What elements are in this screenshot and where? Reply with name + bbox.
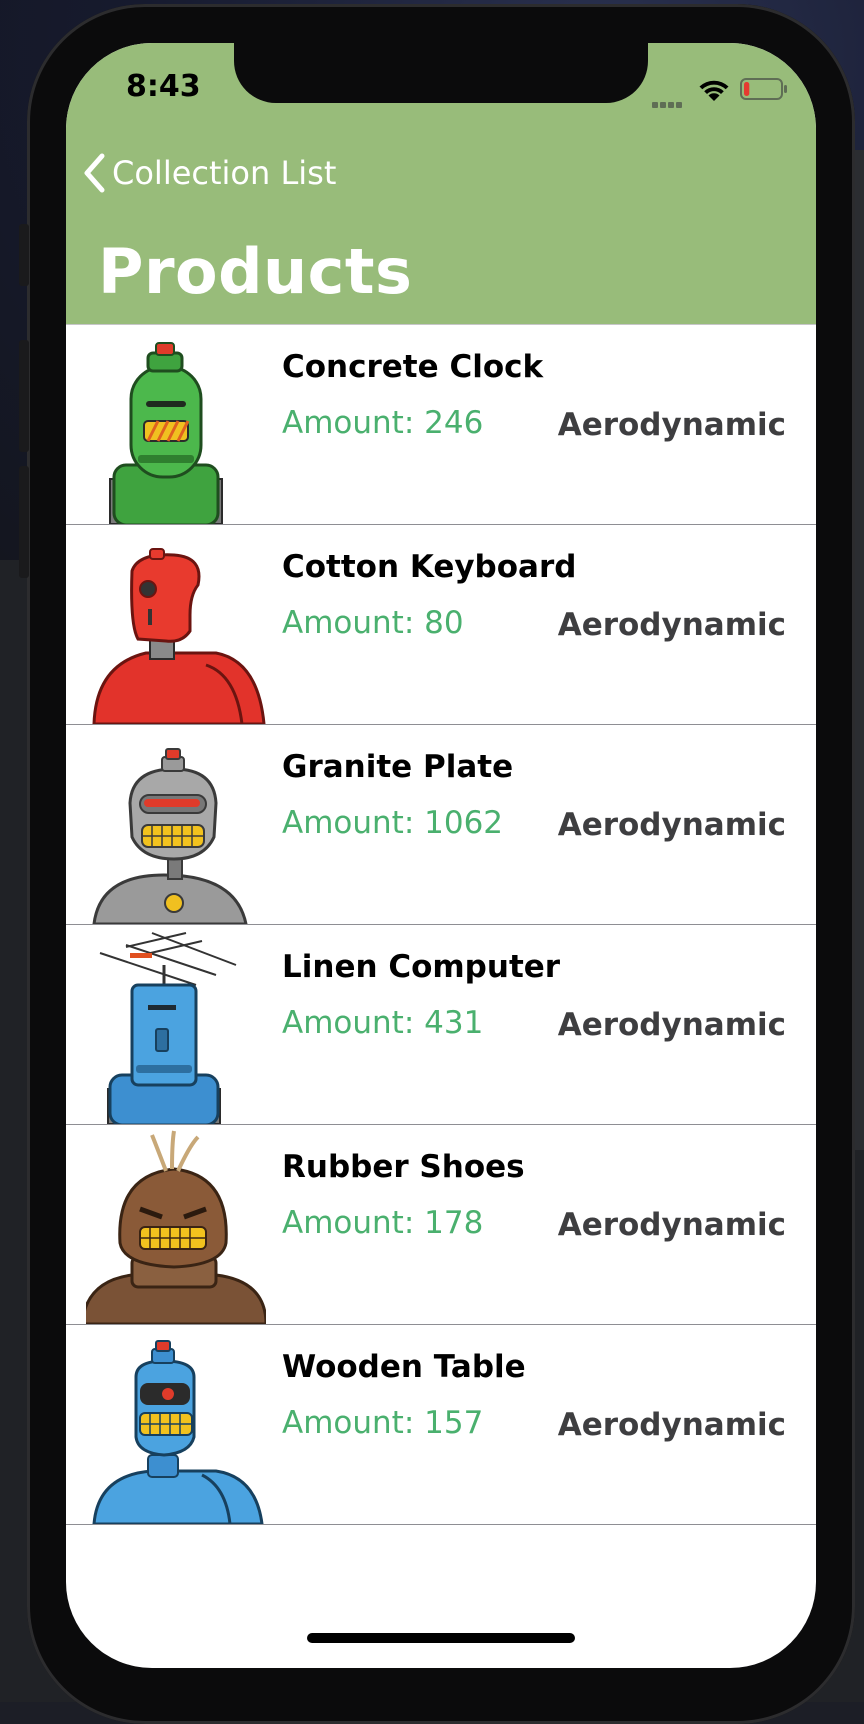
battery-low-icon	[740, 78, 787, 100]
signal-icon	[652, 93, 686, 108]
product-category: Aerodynamic	[557, 607, 786, 643]
list-item[interactable]: Rubber Shoes Amount: 178 Aerodynamic	[66, 1125, 816, 1325]
product-name: Granite Plate	[282, 749, 514, 785]
product-name: Linen Computer	[282, 949, 561, 985]
product-category: Aerodynamic	[557, 1007, 786, 1043]
product-amount: Amount: 246	[282, 405, 484, 441]
product-amount: Amount: 431	[282, 1005, 484, 1041]
page-title: Products	[98, 235, 413, 308]
volume-down-button	[19, 466, 29, 578]
navigation-bar: 8:43 Collection List Products	[66, 43, 816, 325]
status-time: 8:43	[126, 69, 201, 104]
product-category: Aerodynamic	[557, 1407, 786, 1443]
blue-antenna-robot-thumbnail	[99, 932, 237, 1124]
product-name: Concrete Clock	[282, 349, 544, 385]
red-robot-thumbnail	[92, 548, 266, 724]
gray-robot-thumbnail	[92, 748, 248, 924]
product-name: Wooden Table	[282, 1349, 526, 1385]
brown-robot-thumbnail	[86, 1130, 266, 1324]
wifi-icon	[699, 80, 729, 101]
product-amount: Amount: 178	[282, 1205, 484, 1241]
list-item[interactable]: Granite Plate Amount: 1062 Aerodynamic	[66, 725, 816, 925]
back-button-label: Collection List	[112, 154, 337, 192]
phone-screen: 8:43 Collection List Products Concrete C…	[66, 43, 816, 1668]
product-name: Rubber Shoes	[282, 1149, 525, 1185]
product-amount: Amount: 157	[282, 1405, 484, 1441]
green-robot-thumbnail	[109, 342, 223, 524]
list-item[interactable]: Wooden Table Amount: 157 Aerodynamic	[66, 1325, 816, 1525]
blue-robot-thumbnail	[92, 1340, 264, 1524]
list-item[interactable]: Cotton Keyboard Amount: 80 Aerodynamic	[66, 525, 816, 725]
product-category: Aerodynamic	[557, 807, 786, 843]
product-category: Aerodynamic	[557, 1207, 786, 1243]
volume-up-button	[19, 340, 29, 452]
back-button[interactable]: Collection List	[82, 151, 336, 195]
home-indicator[interactable]	[307, 1633, 575, 1643]
list-item[interactable]: Concrete Clock Amount: 246 Aerodynamic	[66, 325, 816, 525]
chevron-left-icon	[84, 153, 105, 193]
product-name: Cotton Keyboard	[282, 549, 577, 585]
product-amount: Amount: 1062	[282, 805, 504, 841]
product-category: Aerodynamic	[557, 407, 786, 443]
list-item[interactable]: Linen Computer Amount: 431 Aerodynamic	[66, 925, 816, 1125]
notch	[234, 43, 648, 103]
mute-switch	[19, 224, 29, 286]
product-amount: Amount: 80	[282, 605, 464, 641]
product-list[interactable]: Concrete Clock Amount: 246 Aerodynamic C…	[66, 325, 816, 1525]
